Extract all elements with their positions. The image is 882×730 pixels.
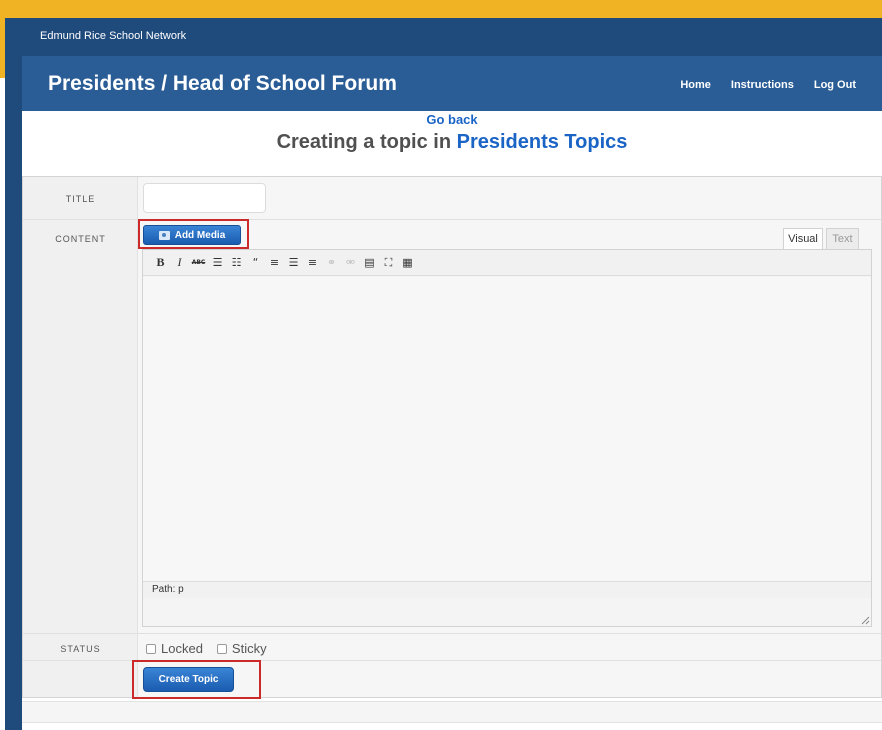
link-icon[interactable]: ⚭ [324,255,339,270]
label-column [23,177,138,697]
add-media-button[interactable]: Add Media [143,225,241,245]
page-title-prefix: Creating a topic in [276,131,457,153]
sticky-checkbox[interactable] [216,643,227,654]
title-label: TITLE [65,194,96,204]
content-label: CONTENT [55,234,106,244]
editor-path: Path: p [143,581,871,598]
insert-more-icon[interactable]: ▤ [362,255,377,270]
forum-name-link[interactable]: Presidents Topics [457,131,628,153]
sticky-label: Sticky [231,641,267,656]
status-options: Locked Sticky [146,641,267,656]
nav-instructions[interactable]: Instructions [731,79,794,91]
status-label: STATUS [60,644,101,654]
nav-home[interactable]: Home [680,79,711,91]
tab-visual[interactable]: Visual [783,228,823,249]
locked-label: Locked [161,641,203,656]
fullscreen-icon[interactable]: ⛶ [381,255,396,270]
create-topic-button[interactable]: Create Topic [143,667,234,692]
add-media-label: Add Media [174,229,226,241]
toolbar-toggle-icon[interactable]: ▦ [400,255,415,270]
align-left-icon[interactable]: ≡ [267,255,282,270]
site-bar: Edmund Rice School Network [22,18,882,56]
blockquote-icon[interactable]: “ [248,255,263,270]
row-divider [23,633,881,634]
forum-header: Presidents / Head of School Forum Home I… [22,56,882,111]
resize-handle-icon[interactable] [860,615,870,625]
page-title: Creating a topic in Presidents Topics [22,131,882,154]
editor-toolbar: B I ABC ☰ ☷ “ ≡ ☰ ≡ ⚭ ⚮ ▤ ⛶ ▦ [143,250,871,276]
tab-text[interactable]: Text [826,228,859,249]
bullet-list-icon[interactable]: ☰ [210,255,225,270]
media-icon [158,230,170,240]
italic-icon[interactable]: I [172,255,187,270]
align-right-icon[interactable]: ≡ [305,255,320,270]
align-center-icon[interactable]: ☰ [286,255,301,270]
strikethrough-icon[interactable]: ABC [191,255,206,270]
forum-title: Presidents / Head of School Forum [48,72,397,95]
main-content: Go back Creating a topic in Presidents T… [22,111,882,730]
new-topic-form: TITLE CONTENT Add Media Visual Text B I … [22,176,882,699]
editor-body[interactable] [143,277,871,581]
go-back-link[interactable]: Go back [22,112,882,127]
locked-checkbox[interactable] [146,643,156,654]
rich-text-editor: B I ABC ☰ ☷ “ ≡ ☰ ≡ ⚭ ⚮ ▤ ⛶ ▦ Path: p [142,249,872,627]
footer-strip [22,701,882,723]
numbered-list-icon[interactable]: ☷ [229,255,244,270]
unlink-icon[interactable]: ⚮ [343,255,358,270]
title-input[interactable] [143,183,266,213]
site-name[interactable]: Edmund Rice School Network [40,30,186,42]
main-nav: Home Instructions Log Out [680,79,856,91]
nav-log-out[interactable]: Log Out [814,79,856,91]
bold-icon[interactable]: B [153,255,168,270]
